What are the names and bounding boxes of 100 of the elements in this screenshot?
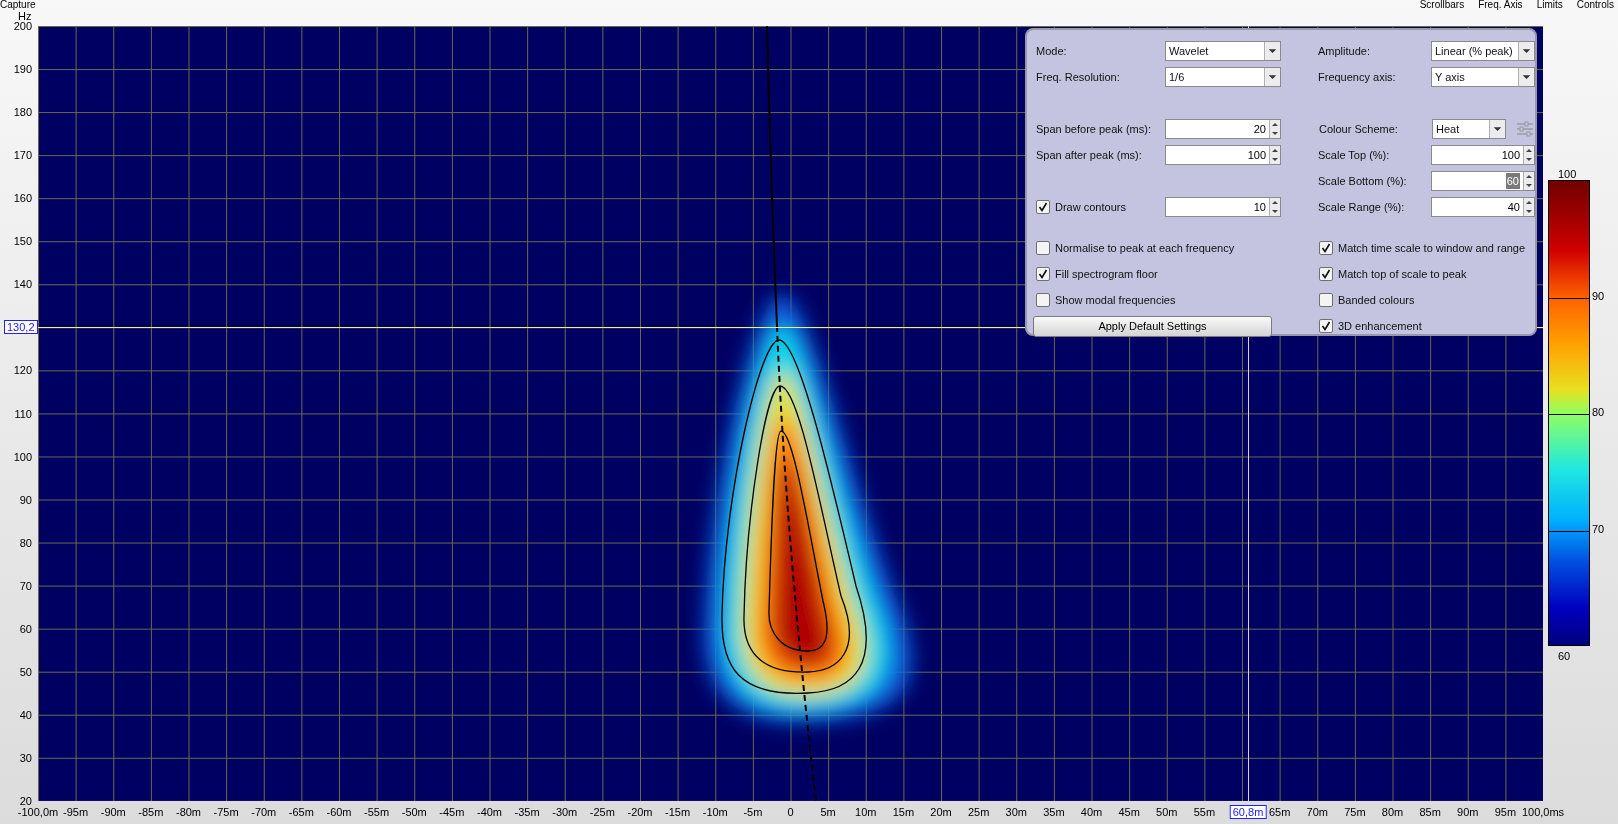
number-field[interactable]: 20: [1165, 119, 1281, 139]
number-field[interactable]: 100: [1165, 145, 1281, 165]
control-label: Scale Range (%):: [1318, 199, 1406, 215]
checkbox[interactable]: [1319, 319, 1333, 333]
number-value: 40: [1507, 199, 1520, 215]
checkbox-label: 3D enhancement: [1338, 318, 1422, 334]
scale-label: 60: [1558, 650, 1571, 662]
checkbox[interactable]: [1319, 293, 1333, 307]
dropdown[interactable]: Heat: [1432, 119, 1506, 139]
x-tick-label: -20m: [627, 806, 653, 818]
x-tick-label: 65m: [1268, 806, 1291, 818]
x-tick-label: -40m: [476, 806, 503, 818]
caret-icon: [1518, 68, 1534, 86]
y-tick-label: 120: [13, 364, 32, 377]
scale-label: 70: [1592, 522, 1605, 535]
checkbox-label: Match time scale to window and range: [1338, 240, 1526, 256]
check-icon: [1038, 269, 1048, 279]
x-tick-label: -55m: [364, 806, 390, 818]
number-value: 20: [1253, 121, 1266, 137]
y-tick-label: 190: [13, 63, 32, 76]
x-tick-label: 75m: [1344, 806, 1366, 818]
x-tick-label: -70m: [251, 806, 277, 818]
control-label: Span after peak (ms):: [1036, 147, 1143, 163]
caret-icon: [1264, 42, 1280, 60]
checkbox[interactable]: [1319, 241, 1333, 255]
x-tick-label: -50m: [401, 806, 427, 818]
menu-item[interactable]: Scrollbars: [1419, 0, 1465, 10]
x-tick-label: -5m: [743, 806, 763, 818]
dropdown[interactable]: Linear (% peak): [1431, 41, 1535, 61]
number-value: 10: [1253, 199, 1266, 215]
apply-defaults-button[interactable]: Apply Default Settings: [1033, 315, 1272, 337]
x-tick-label: -60m: [326, 806, 352, 818]
x-tick-label: 30m: [1005, 806, 1027, 818]
spin-arrows-icon: [1523, 172, 1534, 190]
checkbox[interactable]: [1036, 293, 1050, 307]
checkbox[interactable]: [1319, 267, 1333, 281]
x-tick-label: 40m: [1080, 806, 1103, 818]
menu-item[interactable]: Limits: [1536, 0, 1563, 10]
checkbox[interactable]: [1036, 200, 1050, 214]
dropdown[interactable]: 1/6: [1165, 67, 1281, 87]
control-label: Colour Scheme:: [1319, 121, 1399, 137]
checkbox-label: Banded colours: [1338, 292, 1415, 308]
checkbox-label: Fill spectrogram floor: [1055, 266, 1158, 282]
y-tick-label: 150: [13, 235, 32, 248]
y-tick-label: 110: [14, 407, 32, 420]
spin-arrows-icon: [1269, 146, 1280, 164]
x-tick-label: 0: [787, 806, 794, 818]
number-field[interactable]: 100: [1431, 145, 1535, 165]
number-value: 100: [1501, 147, 1520, 163]
y-tick-label: 160: [13, 192, 32, 205]
number-field[interactable]: 10: [1165, 197, 1281, 217]
spin-arrows-icon: [1523, 146, 1534, 164]
y-tick-label: 90: [19, 493, 32, 506]
x-tick-label: -65m: [288, 806, 314, 818]
x-tick-label: 20m: [930, 806, 952, 818]
x-tick-label: 5m: [820, 806, 836, 818]
checkbox-label: Match top of scale to peak: [1338, 266, 1467, 282]
check-icon: [1321, 243, 1331, 253]
checkbox-label: Show modal frequencies: [1055, 292, 1176, 308]
x-tick-label: -100,0m: [17, 806, 59, 818]
y-tick-label: 40: [19, 708, 32, 721]
menu-item[interactable]: Freq. Axis: [1478, 0, 1523, 10]
x-tick-label: 50m: [1156, 806, 1178, 818]
x-tick-label: 95m: [1494, 806, 1517, 818]
menu-item[interactable]: Controls: [1576, 0, 1614, 10]
x-tick-label: -30m: [552, 806, 578, 818]
checkbox[interactable]: [1036, 267, 1050, 281]
x-tick-label: 90m: [1457, 806, 1479, 818]
y-tick-label: 60: [19, 622, 32, 635]
x-tick-label: 25m: [967, 806, 990, 818]
x-tick-label: 85m: [1419, 806, 1441, 818]
x-tick-label: 55m: [1193, 806, 1216, 818]
y-tick-label: 30: [19, 751, 32, 764]
y-tick-label: 200: [13, 20, 32, 32]
x-tick-label: -90m: [100, 806, 126, 818]
x-tick-label: -95m: [63, 806, 89, 818]
x-tick-label: -10m: [702, 806, 728, 818]
dropdown[interactable]: Wavelet: [1165, 41, 1281, 61]
dropdown[interactable]: Y axis: [1431, 67, 1535, 87]
checkbox[interactable]: [1036, 241, 1050, 255]
check-icon: [1321, 269, 1331, 279]
check-icon: [1038, 202, 1048, 212]
capture-label[interactable]: Capture: [0, 0, 36, 10]
sliders-icon[interactable]: [1516, 121, 1534, 137]
x-tick-label: -85m: [138, 806, 164, 818]
x-tick-label: -45m: [439, 806, 465, 818]
frequency-cursor-readout: 130,2: [4, 319, 38, 334]
checkbox-label: Normalise to peak at each frequency: [1055, 240, 1235, 256]
scale-label: 80: [1592, 406, 1605, 418]
control-label: Frequency axis:: [1318, 69, 1397, 85]
number-field[interactable]: 60: [1431, 171, 1535, 191]
scale-label: 90: [1592, 289, 1605, 302]
number-field[interactable]: 40: [1431, 197, 1535, 217]
x-tick-label: -75m: [213, 806, 239, 818]
control-label: Freq. Resolution:: [1036, 69, 1121, 85]
caret-icon: [1489, 120, 1505, 138]
control-label: Scale Bottom (%):: [1318, 173, 1408, 189]
x-tick-label: 70m: [1306, 806, 1328, 818]
y-tick-label: 180: [13, 106, 32, 119]
x-tick-label: -35m: [514, 806, 540, 818]
